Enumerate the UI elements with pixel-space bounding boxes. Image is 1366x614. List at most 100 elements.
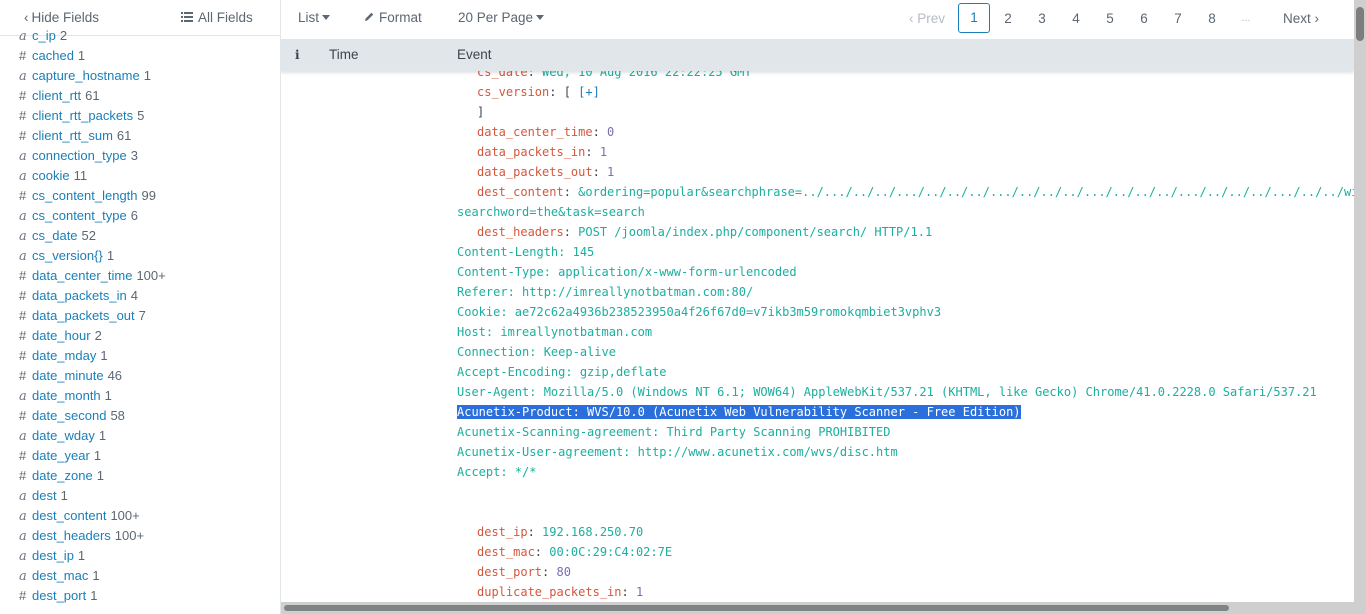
field-list-item[interactable]: a dest_content 100+ bbox=[0, 506, 280, 526]
header-line-text[interactable]: Content-Type: application/x-www-form-url… bbox=[457, 265, 797, 279]
field-key[interactable]: duplicate_packets_in bbox=[477, 585, 622, 599]
horizontal-scrollbar[interactable] bbox=[281, 602, 1354, 614]
field-key[interactable]: cs_version bbox=[477, 85, 549, 99]
header-line-text[interactable]: Acunetix-Scanning-agreement: Third Party… bbox=[457, 425, 890, 439]
field-key[interactable]: data_packets_out bbox=[477, 165, 593, 179]
field-name[interactable]: cs_content_length bbox=[32, 188, 138, 203]
header-line-text[interactable]: Accept: */* bbox=[457, 465, 536, 479]
field-list-item[interactable]: a cs_content_type 6 bbox=[0, 206, 280, 226]
field-list-item[interactable]: # date_hour 2 bbox=[0, 326, 280, 346]
field-list-item[interactable]: a connection_type 3 bbox=[0, 146, 280, 166]
header-line-text[interactable]: Accept-Encoding: gzip,deflate bbox=[457, 365, 667, 379]
per-page-dropdown[interactable]: 20 Per Page bbox=[458, 10, 545, 25]
field-name[interactable]: cookie bbox=[32, 168, 70, 183]
field-name[interactable]: dest_port bbox=[32, 588, 86, 603]
field-list-item[interactable]: # date_minute 46 bbox=[0, 366, 280, 386]
all-fields-button[interactable]: All Fields bbox=[181, 10, 253, 25]
vertical-scrollbar-thumb[interactable] bbox=[1356, 7, 1364, 41]
field-list-item[interactable]: a dest 1 bbox=[0, 486, 280, 506]
field-value[interactable]: 0 bbox=[607, 125, 614, 139]
field-name[interactable]: date_month bbox=[32, 388, 101, 403]
expand-array-button[interactable]: [+] bbox=[578, 85, 600, 99]
selected-text[interactable]: Acunetix-Product: WVS/10.0 (Acunetix Web… bbox=[457, 405, 1021, 419]
field-name[interactable]: date_mday bbox=[32, 348, 96, 363]
field-list-item[interactable]: # data_packets_out 7 bbox=[0, 306, 280, 326]
field-list-item[interactable]: a dest_headers 100+ bbox=[0, 526, 280, 546]
field-value[interactable]: 1 bbox=[600, 145, 607, 159]
field-list-item[interactable]: a cs_version{} 1 bbox=[0, 246, 280, 266]
field-value-continuation[interactable]: searchword=the&task=search bbox=[457, 205, 645, 219]
field-name[interactable]: dest_content bbox=[32, 508, 106, 523]
field-value[interactable]: 192.168.250.70 bbox=[542, 525, 643, 539]
field-value[interactable]: POST /joomla/index.php/component/search/… bbox=[578, 225, 932, 239]
header-line-text[interactable]: Content-Length: 145 bbox=[457, 245, 594, 259]
field-value[interactable]: 00:0C:29:C4:02:7E bbox=[549, 545, 672, 559]
field-name[interactable]: data_packets_in bbox=[32, 288, 127, 303]
field-key[interactable]: dest_headers bbox=[477, 225, 564, 239]
event-column-header[interactable]: Event bbox=[457, 47, 492, 62]
page-6-button[interactable]: 6 bbox=[1127, 11, 1161, 26]
field-name[interactable]: date_second bbox=[32, 408, 106, 423]
field-name[interactable]: connection_type bbox=[32, 148, 127, 163]
header-line-text[interactable]: Host: imreallynotbatman.com bbox=[457, 325, 652, 339]
field-name[interactable]: cs_date bbox=[32, 228, 78, 243]
header-line-text[interactable]: Acunetix-User-agreement: http://www.acun… bbox=[457, 445, 898, 459]
field-list-item[interactable]: # client_rtt_sum 61 bbox=[0, 126, 280, 146]
field-value[interactable]: 80 bbox=[556, 565, 570, 579]
hide-fields-button[interactable]: ‹ Hide Fields bbox=[24, 10, 99, 25]
page-2-button[interactable]: 2 bbox=[991, 11, 1025, 26]
field-key[interactable]: dest_port bbox=[477, 565, 542, 579]
header-line-text[interactable]: Cookie: ae72c62a4936b238523950a4f26f67d0… bbox=[457, 305, 941, 319]
field-list-item[interactable]: # date_year 1 bbox=[0, 446, 280, 466]
field-name[interactable]: cs_version{} bbox=[32, 248, 103, 263]
list-view-dropdown[interactable]: List bbox=[298, 10, 331, 25]
field-name[interactable]: date_hour bbox=[32, 328, 91, 343]
field-name[interactable]: capture_hostname bbox=[32, 68, 140, 83]
field-name[interactable]: c_ip bbox=[32, 28, 56, 43]
field-name[interactable]: dest_ip bbox=[32, 548, 74, 563]
page-7-button[interactable]: 7 bbox=[1161, 11, 1195, 26]
field-list-item[interactable]: a c_ip 2 bbox=[0, 26, 280, 46]
field-name[interactable]: dest_mac bbox=[32, 568, 88, 583]
field-name[interactable]: data_center_time bbox=[32, 268, 132, 283]
field-name[interactable]: dest bbox=[32, 488, 57, 503]
field-name[interactable]: date_year bbox=[32, 448, 90, 463]
field-key[interactable]: dest_mac bbox=[477, 545, 535, 559]
field-list-item[interactable]: a dest_mac 1 bbox=[0, 566, 280, 586]
field-key[interactable]: data_center_time bbox=[477, 125, 593, 139]
field-list-item[interactable]: # client_rtt 61 bbox=[0, 86, 280, 106]
header-line-text[interactable]: Referer: http://imreallynotbatman.com:80… bbox=[457, 285, 753, 299]
field-list-item[interactable]: a date_wday 1 bbox=[0, 426, 280, 446]
field-list-item[interactable]: # data_packets_in 4 bbox=[0, 286, 280, 306]
field-value[interactable]: 1 bbox=[607, 165, 614, 179]
field-key[interactable]: dest_ip bbox=[477, 525, 528, 539]
field-list-item[interactable]: # dest_port 1 bbox=[0, 586, 280, 606]
field-name[interactable]: date_minute bbox=[32, 368, 104, 383]
field-name[interactable]: date_wday bbox=[32, 428, 95, 443]
page-8-button[interactable]: 8 bbox=[1195, 11, 1229, 26]
field-name[interactable]: client_rtt_sum bbox=[32, 128, 113, 143]
field-name[interactable]: date_zone bbox=[32, 468, 93, 483]
field-list-item[interactable]: a capture_hostname 1 bbox=[0, 66, 280, 86]
vertical-scrollbar[interactable] bbox=[1354, 0, 1366, 614]
page-1-button[interactable]: 1 bbox=[958, 3, 990, 33]
field-list-item[interactable]: a cookie 11 bbox=[0, 166, 280, 186]
field-name[interactable]: client_rtt_packets bbox=[32, 108, 133, 123]
page-5-button[interactable]: 5 bbox=[1093, 11, 1127, 26]
field-list-item[interactable]: # cs_content_length 99 bbox=[0, 186, 280, 206]
horizontal-scrollbar-thumb[interactable] bbox=[284, 605, 1229, 611]
header-line-text[interactable]: User-Agent: Mozilla/5.0 (Windows NT 6.1;… bbox=[457, 385, 1317, 399]
field-name[interactable]: dest_headers bbox=[32, 528, 111, 543]
field-list-item[interactable]: # date_mday 1 bbox=[0, 346, 280, 366]
field-name[interactable]: data_packets_out bbox=[32, 308, 135, 323]
field-list-item[interactable]: # date_second 58 bbox=[0, 406, 280, 426]
field-list-item[interactable]: a date_month 1 bbox=[0, 386, 280, 406]
next-page-button[interactable]: Next › bbox=[1271, 11, 1331, 26]
field-name[interactable]: client_rtt bbox=[32, 88, 81, 103]
time-column-header[interactable]: Time bbox=[329, 47, 359, 62]
field-list-item[interactable]: a dest_ip 1 bbox=[0, 546, 280, 566]
field-list-item[interactable]: # cached 1 bbox=[0, 46, 280, 66]
header-line-text[interactable]: Connection: Keep-alive bbox=[457, 345, 616, 359]
prev-page-button[interactable]: ‹ Prev bbox=[901, 11, 953, 26]
field-list-item[interactable]: # date_zone 1 bbox=[0, 466, 280, 486]
